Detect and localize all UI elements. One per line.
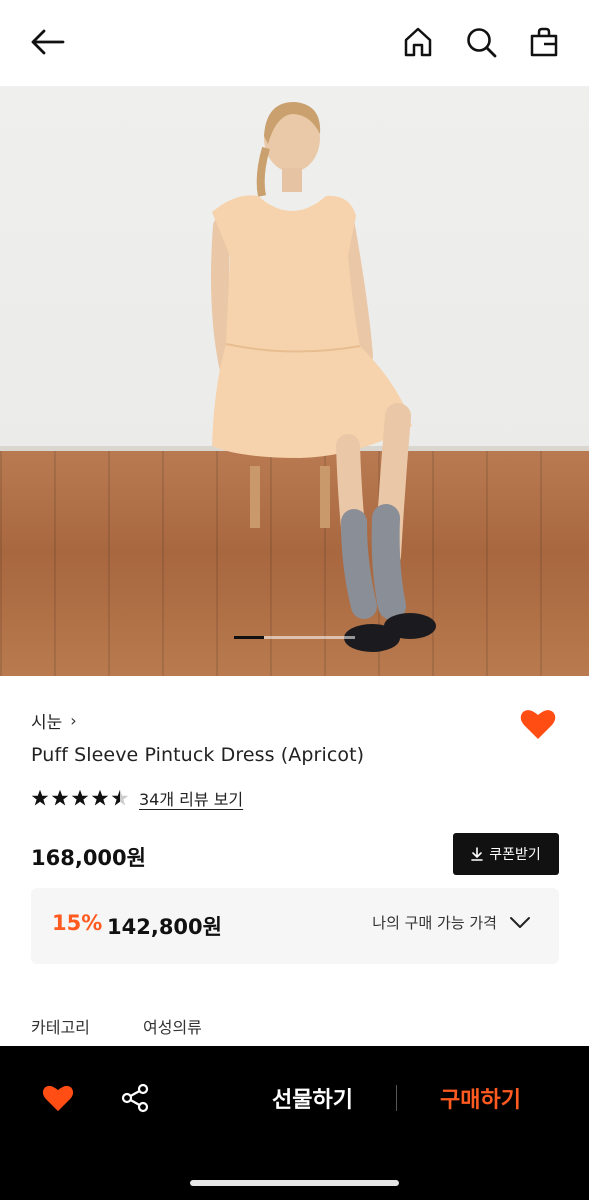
shopping-bag-icon	[530, 27, 558, 57]
heart-icon	[42, 1085, 74, 1112]
gift-button[interactable]: 선물하기	[250, 1076, 375, 1120]
coupon-button[interactable]: 쿠폰받기	[453, 833, 559, 875]
star-icon	[31, 789, 49, 806]
home-icon	[404, 27, 432, 57]
arrow-left-icon	[31, 29, 65, 55]
discount-box: 15% 142,800원 나의 구매 가능 가격	[31, 888, 559, 964]
product-title: Puff Sleeve Pintuck Dress (Apricot)	[31, 744, 365, 766]
brand-name: 시눈	[31, 713, 63, 733]
discount-percent: 15%	[52, 911, 103, 935]
download-icon	[471, 847, 484, 861]
shopping-bag-button[interactable]	[524, 22, 564, 62]
review-link[interactable]: 34개 리뷰 보기	[139, 786, 243, 810]
search-icon	[467, 28, 497, 58]
home-button[interactable]	[398, 22, 438, 62]
star-rating	[31, 789, 129, 807]
chevron-right-icon: ›	[70, 711, 77, 730]
share-icon	[121, 1083, 149, 1113]
carousel-active-segment	[234, 636, 264, 639]
sale-price: 142,800원	[107, 915, 222, 939]
buy-button[interactable]: 구매하기	[418, 1076, 543, 1120]
carousel-indicator	[234, 636, 355, 639]
brand-link[interactable]: 시눈 ›	[31, 708, 77, 733]
category-value: 여성의류	[143, 1018, 202, 1037]
top-bar	[0, 0, 589, 86]
back-button[interactable]	[28, 22, 68, 62]
my-price-label: 나의 구매 가능 가격	[372, 914, 497, 932]
star-icon	[71, 789, 89, 806]
search-button[interactable]	[461, 22, 501, 62]
star-icon	[51, 789, 69, 806]
bottom-action-bar: 선물하기 구매하기	[0, 1046, 589, 1200]
share-button[interactable]	[115, 1078, 155, 1118]
my-price-toggle[interactable]: 나의 구매 가능 가격	[372, 912, 531, 933]
product-image[interactable]	[0, 86, 589, 676]
wishlist-button[interactable]	[518, 704, 558, 744]
category-row: 카테고리 여성의류	[31, 1014, 202, 1038]
category-label: 카테고리	[31, 1018, 90, 1037]
chevron-down-icon	[510, 916, 530, 928]
bottom-wishlist-button[interactable]	[38, 1078, 78, 1118]
star-icon	[91, 789, 109, 806]
rating-row: 34개 리뷰 보기	[31, 786, 243, 810]
bottom-divider	[396, 1085, 397, 1111]
half-star-icon	[111, 789, 129, 806]
original-price: 168,000원	[31, 846, 146, 870]
home-indicator	[190, 1180, 399, 1186]
model-figure	[211, 102, 436, 652]
coupon-label: 쿠폰받기	[489, 847, 541, 863]
heart-icon	[520, 710, 556, 739]
